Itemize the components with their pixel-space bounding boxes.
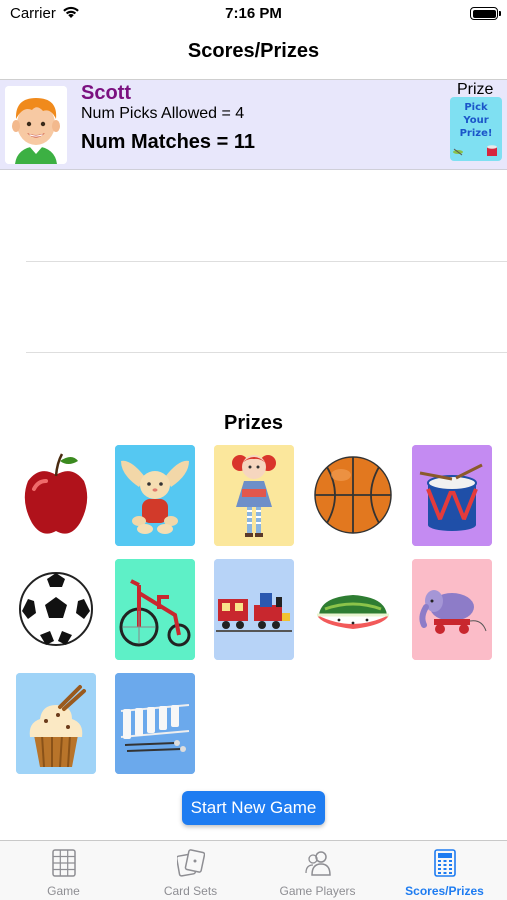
prize-tile-train[interactable] — [214, 559, 294, 660]
soccer-ball-icon — [16, 559, 96, 660]
players-icon — [305, 851, 331, 876]
tricycle-icon — [115, 559, 195, 660]
num-matches: Num Matches = 11 — [81, 131, 255, 153]
drum-icon — [412, 445, 492, 546]
player-row[interactable]: Scott Num Picks Allowed = 4 Num Matches … — [0, 80, 507, 170]
prize-tile-doll[interactable] — [214, 445, 294, 546]
cupcake-icon — [16, 673, 96, 774]
xylophone-icon — [115, 673, 195, 774]
grid-icon — [52, 849, 76, 877]
tab-label: Game Players — [279, 884, 356, 898]
tab-game[interactable]: Game — [0, 841, 127, 900]
prize-tile-xylophone[interactable] — [115, 673, 195, 774]
tab-card-sets[interactable]: Card Sets — [127, 841, 254, 900]
apple-icon — [16, 445, 96, 546]
prize-tile-bunny[interactable] — [115, 445, 195, 546]
prize-tile-watermelon[interactable] — [313, 559, 393, 660]
basketball-icon — [313, 445, 393, 546]
toy-train-icon — [214, 559, 294, 660]
tab-label: Card Sets — [163, 884, 218, 898]
num-picks-allowed: Num Picks Allowed = 4 — [81, 105, 245, 122]
prize-tile-apple[interactable] — [16, 445, 96, 546]
prize-tile-cupcake[interactable] — [16, 673, 96, 774]
prize-card-drum-icon — [453, 145, 497, 156]
doll-icon — [214, 445, 294, 546]
prizes-heading: Prizes — [224, 412, 283, 434]
tab-game-players[interactable]: Game Players — [254, 841, 381, 900]
bunny-plush-icon — [115, 445, 195, 546]
status-bar: Carrier 7:16 PM — [0, 0, 507, 28]
start-new-game-button[interactable]: Start New Game — [182, 791, 325, 825]
prize-tile-basketball[interactable] — [313, 445, 393, 546]
empty-row-divider — [26, 352, 507, 353]
prize-tile-tricycle[interactable] — [115, 559, 195, 660]
clock: 7:16 PM — [225, 5, 282, 22]
cards-icon — [177, 849, 205, 877]
prize-tile-elephant[interactable] — [412, 559, 492, 660]
prize-tile-drum[interactable] — [412, 445, 492, 546]
avatar — [5, 86, 67, 164]
prize-tile-soccer-ball[interactable] — [16, 559, 96, 660]
calculator-icon — [434, 849, 456, 877]
battery-icon — [470, 7, 501, 20]
elephant-pull-toy-icon — [412, 559, 492, 660]
empty-row-divider — [26, 261, 507, 262]
pick-your-prize-card[interactable]: Pick Your Prize! — [450, 97, 502, 161]
player-name: Scott — [81, 82, 131, 104]
page-title: Scores/Prizes — [187, 40, 320, 62]
tab-label: Scores/Prizes — [405, 884, 484, 898]
tab-scores-prizes[interactable]: Scores/Prizes — [381, 841, 507, 900]
tab-label: Game — [47, 884, 80, 898]
tab-bar: Game Card Sets Game Players Scores/Prize… — [0, 840, 507, 900]
boy-avatar-icon — [5, 86, 67, 164]
watermelon-icon — [313, 559, 393, 660]
